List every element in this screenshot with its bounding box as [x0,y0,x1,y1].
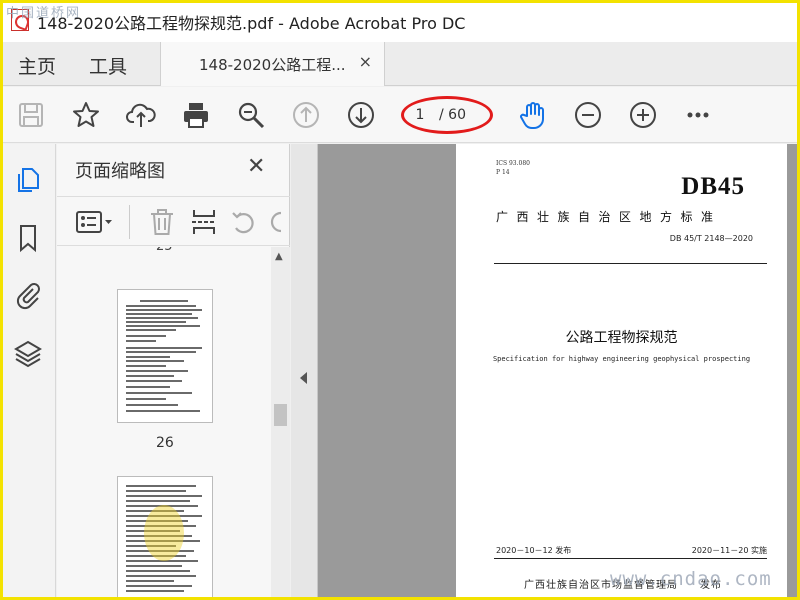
panel-close-button[interactable]: ✕ [247,154,265,179]
page-down-icon[interactable] [345,99,377,131]
save-icon[interactable] [15,99,47,131]
panel-toolbar-divider [129,205,130,239]
page-ics: ICS 93.080 [496,160,530,167]
attachment-icon[interactable] [12,279,44,311]
tab-bar: 主页 工具 148-2020公路工程... × [0,42,800,86]
insert-page-icon[interactable] [189,207,219,237]
thumbnail-page[interactable] [117,476,213,600]
page-total: / 60 [439,107,466,123]
zoom-icon[interactable] [235,99,267,131]
thumbnail-scrollbar[interactable]: ▲ [271,247,290,600]
scroll-thumb[interactable] [274,404,287,426]
thumbnail-options-icon[interactable] [75,207,112,237]
more-icon[interactable] [682,99,714,131]
page-rule-bottom [494,558,767,559]
cloud-upload-icon[interactable] [125,99,157,131]
watermark-bottom-right: www.cndao.com [610,568,772,590]
delete-icon[interactable] [147,207,177,237]
zoom-in-icon[interactable] [627,99,659,131]
window-title: 148-2020公路工程物探规范.pdf - Adobe Acrobat Pro… [37,14,466,33]
print-icon[interactable] [180,99,212,131]
tab-close-button[interactable]: × [359,52,372,71]
page-rule-top [494,263,767,264]
thumbnail-label: 25 [156,247,173,254]
collapse-panel-strip[interactable] [291,144,318,600]
tab-home[interactable]: 主页 [18,52,56,79]
tab-document-label: 148-2020公路工程... [199,56,346,74]
thumbnail-page[interactable] [117,289,213,423]
document-page: ICS 93.080 P 14 DB45 广西壮族自治区地方标准 DB 45/T… [456,144,787,600]
tab-document[interactable]: 148-2020公路工程... × [160,42,385,86]
rotate-clockwise-icon[interactable] [269,207,287,237]
document-viewer: ICS 93.080 P 14 DB45 广西壮族自治区地方标准 DB 45/T… [291,144,800,600]
page-db-mark: DB45 [681,173,745,200]
page-publish-date: 2020－10－12 发布 [496,546,572,555]
scroll-up-arrow-icon[interactable]: ▲ [275,251,283,262]
thumbnail-label: 26 [156,435,174,451]
rotate-icon[interactable] [229,207,259,237]
panel-toolbar [57,196,290,246]
thumbnail-list: 25 26 [57,247,271,600]
page-up-icon[interactable] [290,99,322,131]
collapse-arrow-icon[interactable] [300,372,307,384]
hand-icon[interactable] [517,99,549,131]
page-title: 公路工程物探规范 [565,330,678,346]
page-subtitle: Specification for highway engineering ge… [492,355,751,363]
bookmark-icon[interactable] [12,222,44,254]
panel-title: 页面缩略图 [75,161,165,182]
zoom-out-icon[interactable] [572,99,604,131]
page-navigator: / 60 [405,101,489,129]
page-p: P 14 [496,169,510,176]
layers-icon[interactable] [12,337,44,369]
page-standard-name: 广西壮族自治区地方标准 [496,210,722,224]
page-number-input[interactable] [405,103,435,127]
toolbar: / 60 [0,87,800,143]
thumbnail-watermark-icon [144,505,184,561]
star-icon[interactable] [70,99,102,131]
thumbnails-panel: 页面缩略图 ✕ 25 [57,144,290,600]
title-bar: 中国道桥网 148-2020公路工程物探规范.pdf - Adobe Acrob… [0,0,800,42]
page-implement-date: 2020－11－20 实施 [691,546,767,555]
tab-tools[interactable]: 工具 [89,52,127,79]
left-nav-rail [0,144,56,600]
page-standard-code: DB 45/T 2148—2020 [669,234,753,243]
page-thumbnails-icon[interactable] [12,164,44,196]
rail-active-indicator [0,162,3,194]
